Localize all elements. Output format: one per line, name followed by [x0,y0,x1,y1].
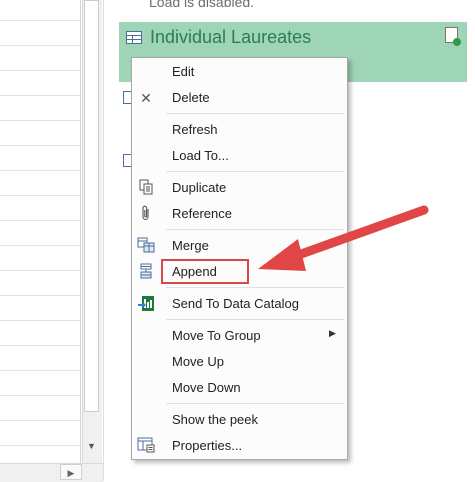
menu-item-show-the-peek[interactable]: Show the peek [132,408,347,432]
grid-line [0,370,80,371]
menu-item-edit[interactable]: Edit [132,60,347,84]
grid-line [0,345,80,346]
scroll-right-icon[interactable]: ▶ [60,464,82,480]
refresh-document-icon[interactable] [445,27,461,46]
paperclip-icon [137,205,155,223]
menu-item-delete[interactable]: ✕ Delete [132,86,347,110]
menu-item-properties[interactable]: Properties... [132,434,347,458]
query-title[interactable]: Individual Laureates [150,27,311,48]
menu-separator [166,319,344,320]
submenu-arrow-icon: ▶ [329,328,336,338]
grid-line [0,445,80,446]
menu-separator [166,171,344,172]
grid-line [0,120,80,121]
menu-item-label: Delete [172,90,210,105]
menu-separator [166,403,344,404]
menu-item-label: Reference [172,206,232,221]
menu-item-move-to-group[interactable]: Move To Group ▶ [132,324,347,348]
menu-item-label: Merge [172,238,209,253]
horizontal-scrollbar[interactable] [0,463,103,482]
grid-line [0,195,80,196]
menu-item-label: Send To Data Catalog [172,296,299,311]
menu-item-label: Move Down [172,380,241,395]
menu-item-label: Show the peek [172,412,259,427]
menu-separator [166,287,344,288]
scroll-down-icon[interactable]: ▼ [84,438,99,454]
menu-item-label: Move Up [172,354,225,369]
table-icon [126,31,142,44]
menu-item-send-to-data-catalog[interactable]: Send To Data Catalog [132,292,347,316]
menu-item-load-to[interactable]: Load To... [132,144,347,168]
menu-item-move-down[interactable]: Move Down [132,376,347,400]
grid-line [0,270,80,271]
menu-item-label: Move To Group [172,328,261,343]
menu-item-label: Duplicate [172,180,227,195]
grid-line [0,20,80,21]
grid-line [0,295,80,296]
grid-line [0,70,80,71]
menu-item-label: Edit [172,64,195,79]
grid-line [0,95,80,96]
grid-line [0,420,80,421]
menu-item-duplicate[interactable]: Duplicate [132,176,347,200]
vertical-scroll-thumb[interactable] [84,0,99,412]
column-divider [80,0,81,463]
menu-item-refresh[interactable]: Refresh [132,118,347,142]
load-status-text: Load is disabled. [149,0,255,10]
properties-icon [137,437,155,455]
duplicate-icon [137,179,155,197]
menu-item-reference[interactable]: Reference [132,202,347,226]
menu-item-label: Properties... [172,438,243,453]
append-highlight-box [161,259,249,284]
grid-line [0,170,80,171]
menu-separator [166,113,344,114]
menu-item-move-up[interactable]: Move Up [132,350,347,374]
menu-item-label: Load To... [172,148,229,163]
close-icon: ✕ [140,90,152,106]
menu-item-label: Refresh [172,122,218,137]
append-icon [137,263,155,281]
grid-line [0,245,80,246]
grid-line [0,395,80,396]
data-catalog-icon [137,295,155,313]
grid-line [0,320,80,321]
menu-separator [166,229,344,230]
menu-item-merge[interactable]: Merge [132,234,347,258]
merge-icon [137,237,155,255]
grid-line [0,45,80,46]
grid-line [0,220,80,221]
grid-line [0,145,80,146]
